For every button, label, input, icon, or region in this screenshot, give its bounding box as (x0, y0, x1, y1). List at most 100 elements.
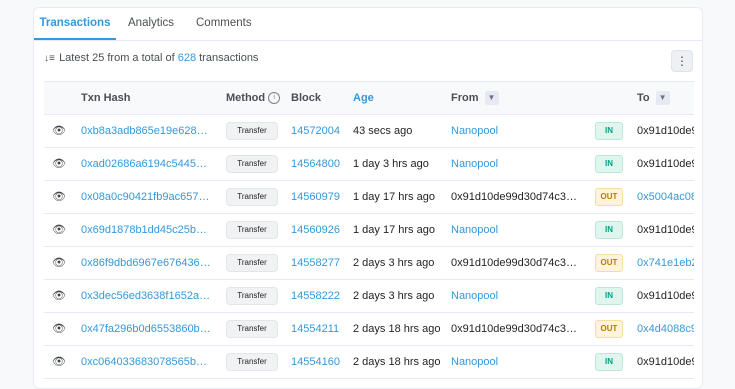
tab-transactions[interactable]: Transactions (34, 8, 116, 40)
method-badge: Transfer (226, 122, 278, 141)
block-link[interactable]: 14558222 (291, 280, 340, 312)
to-address: 0x91d10de9 (637, 158, 694, 170)
eye-icon[interactable]: 👁︎ (52, 313, 66, 345)
column-header-age[interactable]: Age (353, 82, 374, 114)
to-address: 0x91d10de9 (637, 356, 694, 368)
table-row: 👁︎ 0xc064033683078565b1... Transfer 1455416… (44, 346, 694, 379)
direction-badge: IN (595, 287, 623, 306)
block-link[interactable]: 14558277 (291, 247, 340, 279)
direction-cell: OUT (595, 247, 623, 279)
method-cell: Transfer (226, 247, 278, 279)
filter-icon[interactable]: ▼ (484, 91, 499, 106)
from-address[interactable]: Nanopool (451, 346, 579, 378)
method-cell: Transfer (226, 280, 278, 312)
txn-hash-link[interactable]: 0x08a0c90421fb9ac657a... (81, 181, 211, 213)
tab-analytics[interactable]: Analytics (128, 8, 174, 40)
method-cell: Transfer (226, 214, 278, 246)
from-address: 0x91d10de99d30d74c37... (451, 191, 579, 203)
to-address: 0x91d10de9 (637, 224, 694, 236)
txn-hash-link[interactable]: 0xad02686a6194c5445e... (81, 148, 211, 180)
column-header-to-label: To (637, 92, 650, 104)
block-link[interactable]: 14560926 (291, 214, 340, 246)
table-header: Txn Hash Method i Block Age From ▼ To ▼ (44, 81, 694, 115)
age-text: 2 days 18 hrs ago (353, 356, 441, 368)
more-vertical-icon: ⋮ (676, 54, 688, 68)
txn-hash-link[interactable]: 0xb8a3adb865e19e6285... (81, 115, 211, 147)
eye-icon[interactable]: 👁︎ (52, 280, 66, 312)
eye-icon[interactable]: 👁︎ (52, 346, 66, 378)
column-header-method: Method i (226, 82, 281, 114)
from-address: 0x91d10de99d30d74c37... (451, 323, 579, 335)
transactions-count-link[interactable]: 628 (178, 52, 196, 64)
from-address[interactable]: Nanopool (451, 148, 579, 180)
direction-badge: OUT (595, 254, 623, 273)
txn-hash-link[interactable]: 0xc064033683078565b1... (81, 346, 211, 378)
to-address[interactable]: 0x741e1eb2 (637, 247, 694, 279)
table-row: 👁︎ 0x69d1878b1dd45c25b9... Transfer 1456092… (44, 214, 694, 247)
table-body: 👁︎ 0xb8a3adb865e19e6285... Transfer 1457200… (44, 115, 694, 379)
method-badge: Transfer (226, 188, 278, 207)
txn-hash-link[interactable]: 0x3dec56ed3638f1652a1... (81, 280, 211, 312)
table-row: 👁︎ 0x86f9dbd6967e6764360... Transfer 145582… (44, 247, 694, 280)
transactions-summary: ↓≡ Latest 25 from a total of 628 transac… (44, 52, 258, 64)
eye-icon[interactable]: 👁︎ (52, 115, 66, 147)
summary-suffix: transactions (199, 52, 259, 64)
direction-cell: IN (595, 346, 623, 378)
method-cell: Transfer (226, 115, 278, 147)
block-link[interactable]: 14554160 (291, 346, 340, 378)
txn-hash-link[interactable]: 0x47fa296b0d6553860b6... (81, 313, 211, 345)
method-badge: Transfer (226, 287, 278, 306)
block-link[interactable]: 14564800 (291, 148, 340, 180)
block-link[interactable]: 14554211 (291, 313, 339, 345)
to-address[interactable]: 0x5004ac08 (637, 181, 694, 213)
method-badge: Transfer (226, 353, 278, 372)
column-header-to: To ▼ (637, 82, 670, 114)
from-address[interactable]: Nanopool (451, 214, 579, 246)
eye-icon[interactable]: 👁︎ (52, 214, 66, 246)
direction-badge: OUT (595, 320, 623, 339)
block-link[interactable]: 14560979 (291, 181, 340, 213)
direction-cell: IN (595, 214, 623, 246)
info-icon[interactable]: i (268, 92, 281, 105)
to-address: 0x91d10de9 (637, 125, 694, 137)
tab-comments[interactable]: Comments (196, 8, 252, 40)
age-text: 43 secs ago (353, 125, 413, 137)
from-address[interactable]: Nanopool (451, 115, 579, 147)
to-address[interactable]: 0x4d4088c9 (637, 313, 694, 345)
column-header-block: Block (291, 92, 321, 104)
transactions-card: Transactions Analytics Comments ↓≡ Lates… (33, 7, 703, 389)
table-row: 👁︎ 0xb8a3adb865e19e6285... Transfer 1457200… (44, 115, 694, 148)
column-header-from-label: From (451, 92, 479, 104)
method-badge: Transfer (226, 254, 278, 273)
table-row: 👁︎ 0xad02686a6194c5445e... Transfer 1456480… (44, 148, 694, 181)
table-row: 👁︎ 0x47fa296b0d6553860b6... Transfer 145542… (44, 313, 694, 346)
direction-badge: IN (595, 353, 623, 372)
more-options-button[interactable]: ⋮ (671, 50, 693, 72)
eye-icon[interactable]: 👁︎ (52, 148, 66, 180)
age-text: 2 days 3 hrs ago (353, 290, 435, 302)
sort-descending-icon: ↓≡ (44, 53, 55, 64)
summary-prefix: Latest 25 from a total of (59, 52, 175, 64)
direction-cell: OUT (595, 313, 623, 345)
direction-cell: IN (595, 280, 623, 312)
txn-hash-link[interactable]: 0x86f9dbd6967e6764360... (81, 247, 211, 279)
method-cell: Transfer (226, 346, 278, 378)
filter-icon[interactable]: ▼ (655, 91, 670, 106)
block-link[interactable]: 14572004 (291, 115, 340, 147)
eye-icon[interactable]: 👁︎ (52, 247, 66, 279)
tab-bar: Transactions Analytics Comments (34, 8, 702, 41)
column-header-method-label: Method (226, 92, 266, 104)
from-address[interactable]: Nanopool (451, 280, 579, 312)
age-text: 2 days 18 hrs ago (353, 323, 441, 335)
direction-cell: IN (595, 115, 623, 147)
eye-icon[interactable]: 👁︎ (52, 181, 66, 213)
age-text: 1 day 17 hrs ago (353, 191, 435, 203)
from-address: 0x91d10de99d30d74c37... (451, 257, 579, 269)
column-header-txn-hash: Txn Hash (81, 92, 131, 104)
transactions-table: Txn Hash Method i Block Age From ▼ To ▼ 👁︎ 0… (44, 81, 694, 379)
txn-hash-link[interactable]: 0x69d1878b1dd45c25b9... (81, 214, 211, 246)
method-badge: Transfer (226, 221, 278, 240)
table-row: 👁︎ 0x08a0c90421fb9ac657a... Transfer 145609… (44, 181, 694, 214)
method-cell: Transfer (226, 181, 278, 213)
direction-badge: OUT (595, 188, 623, 207)
